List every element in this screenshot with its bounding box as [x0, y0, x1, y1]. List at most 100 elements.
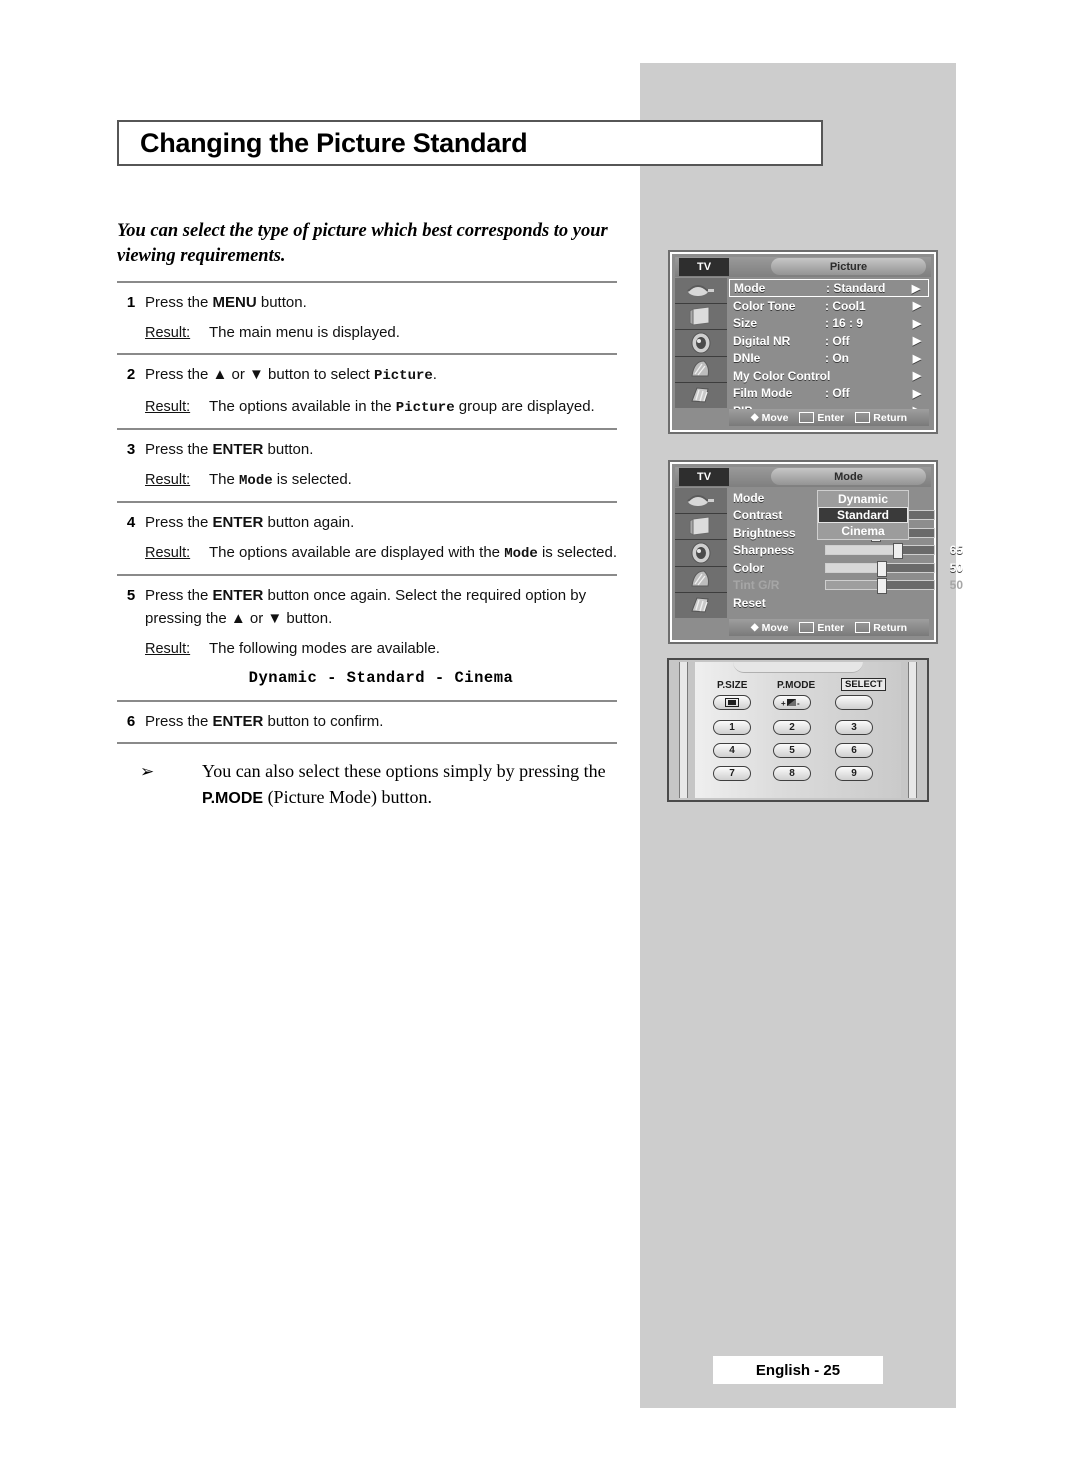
slider-wrap	[825, 543, 935, 560]
osd-row-film-mode[interactable]: Film Mode : Off ▶	[729, 385, 929, 403]
svg-text:+: +	[781, 699, 786, 707]
osd-row-label: Contrast	[733, 508, 783, 523]
osd-row-label: Mode	[734, 281, 766, 295]
picture-tv-icon[interactable]	[675, 304, 727, 331]
step-number: 6	[126, 713, 136, 730]
osd-row-color-tone[interactable]: Color Tone : Cool1 ▶	[729, 297, 929, 315]
footer-move-label: Move	[761, 411, 789, 424]
chevron-right-icon: ▶	[912, 387, 922, 400]
osd-row-size[interactable]: Size : 16 : 9 ▶	[729, 315, 929, 333]
key-7[interactable]: 7	[713, 766, 751, 781]
osd-row-label: Color	[733, 560, 765, 575]
key-8[interactable]: 8	[773, 766, 811, 781]
step-5: 5 Press the ENTER button once again. Sel…	[117, 576, 617, 700]
osd-row-my-color-control[interactable]: My Color Control ▶	[729, 367, 929, 385]
step-4: 4 Press the ENTER button again. Result: …	[117, 503, 617, 574]
osd-row-label: Film Mode	[733, 386, 793, 401]
result-label: Result:	[145, 399, 191, 415]
osd-row-tint: Tint G/R 50	[729, 577, 963, 595]
sound-speaker-icon[interactable]	[675, 540, 727, 567]
osd-row-value: : Standard	[826, 281, 886, 295]
osd-row-label: Reset	[733, 595, 766, 610]
step-6: 6 Press the ENTER button to confirm.	[117, 702, 617, 742]
osd-footer: ◆ Move Enter Return	[729, 409, 929, 426]
input-source-icon[interactable]	[675, 488, 727, 515]
osd-row-value: : 16 : 9	[825, 316, 864, 331]
result-post: is selected.	[537, 544, 618, 561]
osd-row-dnie[interactable]: DNIe : On ▶	[729, 350, 929, 368]
psize-button[interactable]	[713, 695, 751, 710]
key-9[interactable]: 9	[835, 766, 873, 781]
footer-enter-label: Enter	[817, 621, 845, 634]
mode-option-cinema[interactable]: Cinema	[818, 523, 908, 539]
chevron-right-icon: ▶	[912, 300, 922, 313]
note-bold: P.MODE	[202, 790, 264, 807]
key-5[interactable]: 5	[773, 743, 811, 758]
select-label: SELECT	[841, 678, 887, 691]
pmode-button[interactable]: + -	[773, 695, 811, 710]
color-slider[interactable]	[825, 560, 935, 577]
channel-icon[interactable]	[675, 356, 727, 383]
picture-tv-icon[interactable]	[675, 514, 727, 541]
result-text: The main menu is displayed.	[209, 324, 400, 341]
input-source-icon[interactable]	[675, 278, 727, 305]
osd-row-value: : Off	[825, 333, 850, 348]
return-key-icon	[855, 412, 871, 423]
osd-row-value: : Cool1	[825, 298, 866, 313]
key-6[interactable]: 6	[835, 743, 873, 758]
osd-row-sharpness[interactable]: Sharpness 65	[729, 542, 963, 560]
osd-tab-mode[interactable]: Mode	[771, 468, 926, 485]
result-pre: The options available are displayed with…	[209, 544, 505, 561]
key-1[interactable]: 1	[713, 720, 751, 735]
up-down-arrow-icon: ◆	[750, 622, 759, 633]
key-2[interactable]: 2	[773, 720, 811, 735]
slider-fill	[826, 563, 880, 572]
chevron-right-icon: ▶	[911, 282, 921, 295]
osd-tv-label: TV	[679, 468, 729, 486]
key-3[interactable]: 3	[835, 720, 873, 735]
slider-value: 65	[949, 543, 963, 558]
chevron-right-icon: ▶	[912, 317, 922, 330]
osd-row-digital-nr[interactable]: Digital NR : Off ▶	[729, 332, 929, 350]
footer-move: ◆ Move	[751, 412, 789, 424]
remote-right-rail	[908, 662, 917, 798]
note-post: (Picture Mode) button.	[263, 787, 433, 807]
select-button[interactable]	[835, 695, 873, 710]
setup-icon[interactable]	[675, 592, 727, 619]
step-number: 2	[126, 366, 136, 383]
sound-speaker-icon[interactable]	[675, 330, 727, 357]
note-bullet-icon: ➢	[140, 762, 155, 781]
key-4[interactable]: 4	[713, 743, 751, 758]
enter-key-icon	[799, 622, 815, 633]
step-number: 3	[126, 441, 136, 458]
step-text-pre: Press the	[145, 713, 213, 730]
channel-icon[interactable]	[675, 566, 727, 593]
page-number: English - 25	[755, 1361, 841, 1379]
osd-row-color[interactable]: Color 50	[729, 559, 963, 577]
slider-wrap	[825, 578, 935, 595]
step-text-pre: Press the	[145, 587, 213, 604]
osd-tv-label: TV	[679, 258, 729, 276]
step-text-pre: Press the	[145, 294, 213, 311]
sharpness-slider[interactable]	[825, 543, 935, 560]
return-key-icon	[855, 622, 871, 633]
osd-tab-picture[interactable]: Picture	[771, 258, 926, 275]
slider-knob[interactable]	[876, 560, 887, 577]
slider-knob[interactable]	[892, 543, 903, 560]
result-row: Result: The options available in the Pic…	[145, 396, 617, 419]
up-down-arrow-icon: ◆	[750, 412, 759, 423]
setup-icon[interactable]	[675, 382, 727, 409]
step-text-post: button.	[263, 441, 314, 458]
mode-dropdown[interactable]: Dynamic Standard Cinema	[817, 490, 909, 540]
osd-row-reset[interactable]: Reset	[729, 594, 929, 612]
osd-row-label: Sharpness	[733, 543, 795, 558]
step-text: Press the ▲ or ▼ button to select Pictur…	[145, 363, 617, 388]
step-2: 2 Press the ▲ or ▼ button to select Pict…	[117, 355, 617, 428]
result-pre: The options available in the	[209, 398, 396, 415]
mode-option-dynamic[interactable]: Dynamic	[818, 491, 908, 507]
osd-row-mode[interactable]: Mode : Standard ▶	[729, 279, 929, 297]
step-number: 4	[126, 514, 136, 531]
result-mono: Mode	[504, 546, 538, 562]
mode-option-standard[interactable]: Standard	[818, 507, 908, 523]
result-row: Result: The Mode is selected.	[145, 469, 617, 492]
